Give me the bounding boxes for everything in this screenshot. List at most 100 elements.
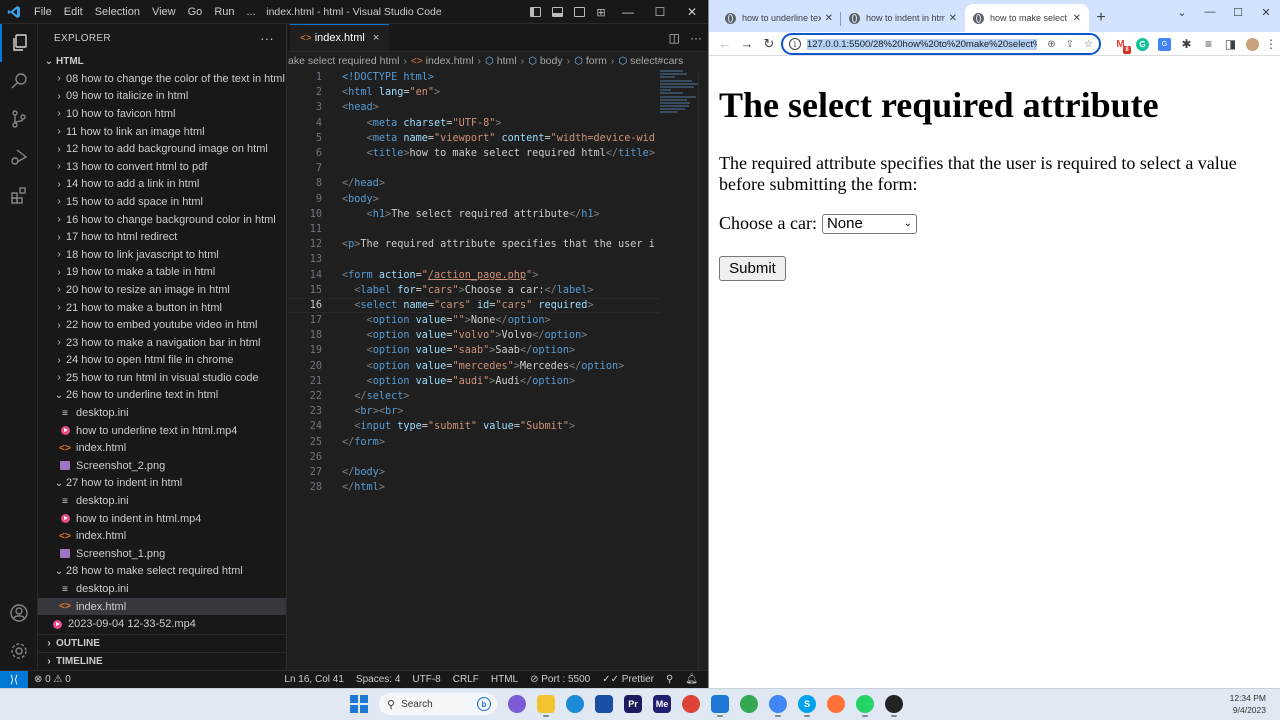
forward-button[interactable]: → [737,34,757,54]
reload-button[interactable]: ↻ [759,34,779,54]
explorer-icon[interactable] [0,24,38,62]
tree-folder[interactable]: › 25 how to run html in visual studio cod… [38,369,286,387]
code-line[interactable]: 25 </form> [288,435,660,450]
folder-root[interactable]: ⌄ HTML [38,52,286,70]
tree-folder[interactable]: › 19 how to make a table in html [38,264,286,282]
code-line[interactable]: 26 [288,450,660,465]
tree-folder[interactable]: › 08 how to change the color of the text … [38,70,286,88]
code-line[interactable]: 3 <head> [288,100,660,115]
address-bar[interactable]: i 127.0.0.1:5500/28%20how%20to%20make%20… [781,33,1101,55]
code-line[interactable]: 17 <option value="">None</option> [288,313,660,328]
tree-folder[interactable]: › 11 how to link an image html [38,123,286,141]
tree-folder[interactable]: › 15 how to add space in html [38,193,286,211]
toggle-secondary-sidebar-icon[interactable] [568,0,590,24]
tree-folder[interactable]: › 23 how to make a navigation bar in html [38,334,286,352]
source-control-icon[interactable] [0,100,38,138]
taskbar-search[interactable]: ⚲ Search b [379,693,497,715]
code-line[interactable]: 13 [288,252,660,267]
code-line[interactable]: 27 </body> [288,465,660,480]
side-panel-icon[interactable]: ◨ [1224,37,1237,51]
breadcrumb-html[interactable]: html [497,55,517,67]
system-clock[interactable]: 12:34 PM 9/4/2023 [1230,692,1266,716]
customize-layout-icon[interactable]: ⊞ [590,0,612,24]
chrome-profile-2-icon[interactable] [769,695,787,717]
grammarly-extension-icon[interactable]: G [1136,37,1149,51]
menu-run[interactable]: Run [208,0,240,24]
code-line[interactable]: 1 <!DOCTYPE html> [288,70,660,85]
tree-file[interactable]: <> index.html [38,597,286,616]
tree-folder[interactable]: › 16 how to change background color in ht… [38,211,286,229]
end-of-line[interactable]: CRLF [447,674,485,685]
prettier-status[interactable]: ✓✓ Prettier [596,674,660,685]
tree-file[interactable]: 2023-09-04 12-33-52.mp4 [38,615,286,633]
bookmark-star-icon[interactable]: ☆ [1084,39,1093,50]
code-line[interactable]: 14 <form action="/action_page.php"> [288,267,660,282]
minimize-button[interactable]: — [1196,0,1224,24]
code-line[interactable]: 18 <option value="volvo">Volvo</option> [288,328,660,343]
tree-file[interactable]: Screenshot_1.png [38,545,286,563]
code-line[interactable]: 19 <option value="saab">Saab</option> [288,343,660,358]
tree-file[interactable]: ≡ desktop.ini [38,580,286,598]
teams-chat-icon[interactable] [508,695,526,713]
close-tab-icon[interactable]: × [373,32,379,44]
tree-folder[interactable]: › 13 how to convert html to pdf [38,158,286,176]
tree-file[interactable]: ≡ desktop.ini [38,492,286,510]
toggle-primary-sidebar-icon[interactable] [524,0,546,24]
breadcrumb-select[interactable]: select#cars [630,55,683,67]
maximize-button[interactable]: ☐ [644,0,676,24]
zoom-icon[interactable]: ⊕ [1047,39,1055,50]
code-line[interactable]: 20 <option value="mercedes">Mercedes</op… [288,359,660,374]
minimap[interactable] [660,70,698,130]
maximize-button[interactable]: ☐ [1224,0,1252,24]
editor-scrollbar[interactable] [698,70,708,670]
tree-file[interactable]: ≡ desktop.ini [38,404,286,422]
tree-folder[interactable]: ⌄ 27 how to indent in html [38,475,286,493]
file-explorer-icon[interactable] [537,695,555,717]
vscode-taskbar-icon[interactable] [711,695,729,717]
run-debug-icon[interactable] [0,138,38,176]
whatsapp-icon[interactable] [856,695,874,717]
windows-start-icon[interactable] [350,695,368,713]
obs-icon[interactable] [885,695,903,717]
gmail-extension-icon[interactable]: M8 [1114,38,1131,54]
language-mode[interactable]: HTML [485,674,524,685]
breadcrumb-form[interactable]: form [586,55,607,67]
firefox-icon[interactable] [827,695,845,713]
split-editor-icon[interactable]: ◫ [669,31,680,45]
timeline-section[interactable]: › TIMELINE [38,652,287,670]
reading-list-icon[interactable]: ≡ [1202,37,1215,51]
tree-folder[interactable]: › 14 how to add a link in html [38,176,286,194]
code-line[interactable]: 21 <option value="audi">Audi</option> [288,374,660,389]
close-tab-icon[interactable]: ✕ [1073,13,1081,24]
code-line[interactable]: 22 </select> [288,389,660,404]
code-line[interactable]: 6 <title>how to make select required htm… [288,146,660,161]
close-tab-icon[interactable]: ✕ [825,13,833,24]
chrome-tab-active[interactable]: how to make select required html ✕ [965,4,1089,32]
tree-folder[interactable]: ⌄ 28 how to make select required html [38,563,286,581]
code-line[interactable]: 8 </head> [288,176,660,191]
microsoft-store-icon[interactable] [595,695,613,713]
chrome-tab[interactable]: how to underline text in html ✕ [717,4,841,32]
breadcrumb-body[interactable]: body [540,55,563,67]
live-server-port[interactable]: ⊘ Port : 5500 [524,674,596,685]
chrome-tab[interactable]: how to indent in html ✕ [841,4,965,32]
code-line[interactable]: 11 [288,222,660,237]
breadcrumb-folder[interactable]: ake select required html [288,55,399,67]
code-line[interactable]: 10 <h1>The select required attribute</h1… [288,207,660,222]
tree-folder[interactable]: › 12 how to add background image on html [38,140,286,158]
tree-file[interactable]: how to underline text in html.mp4 [38,422,286,440]
live-share-icon[interactable]: ⚲ [660,674,679,685]
media-encoder-icon[interactable]: Me [653,695,671,713]
menu-file[interactable]: File [28,0,58,24]
new-tab-button[interactable]: + [1089,4,1113,32]
code-line[interactable]: 23 <br><br> [288,404,660,419]
tree-folder[interactable]: ⌄ 26 how to underline text in html [38,387,286,405]
chrome-menu-icon[interactable]: ⋮ [1265,37,1277,51]
bing-icon[interactable]: b [477,697,491,711]
code-line[interactable]: 16 <select name="cars" id="cars" require… [288,297,660,313]
problems-indicator[interactable]: ⊗ 0 ⚠ 0 [28,674,77,685]
code-line[interactable]: 5 <meta name="viewport" content="width=d… [288,131,660,146]
manage-gear-icon[interactable] [0,632,38,670]
menu-view[interactable]: View [146,0,182,24]
explorer-more-actions-icon[interactable]: ··· [260,31,274,46]
